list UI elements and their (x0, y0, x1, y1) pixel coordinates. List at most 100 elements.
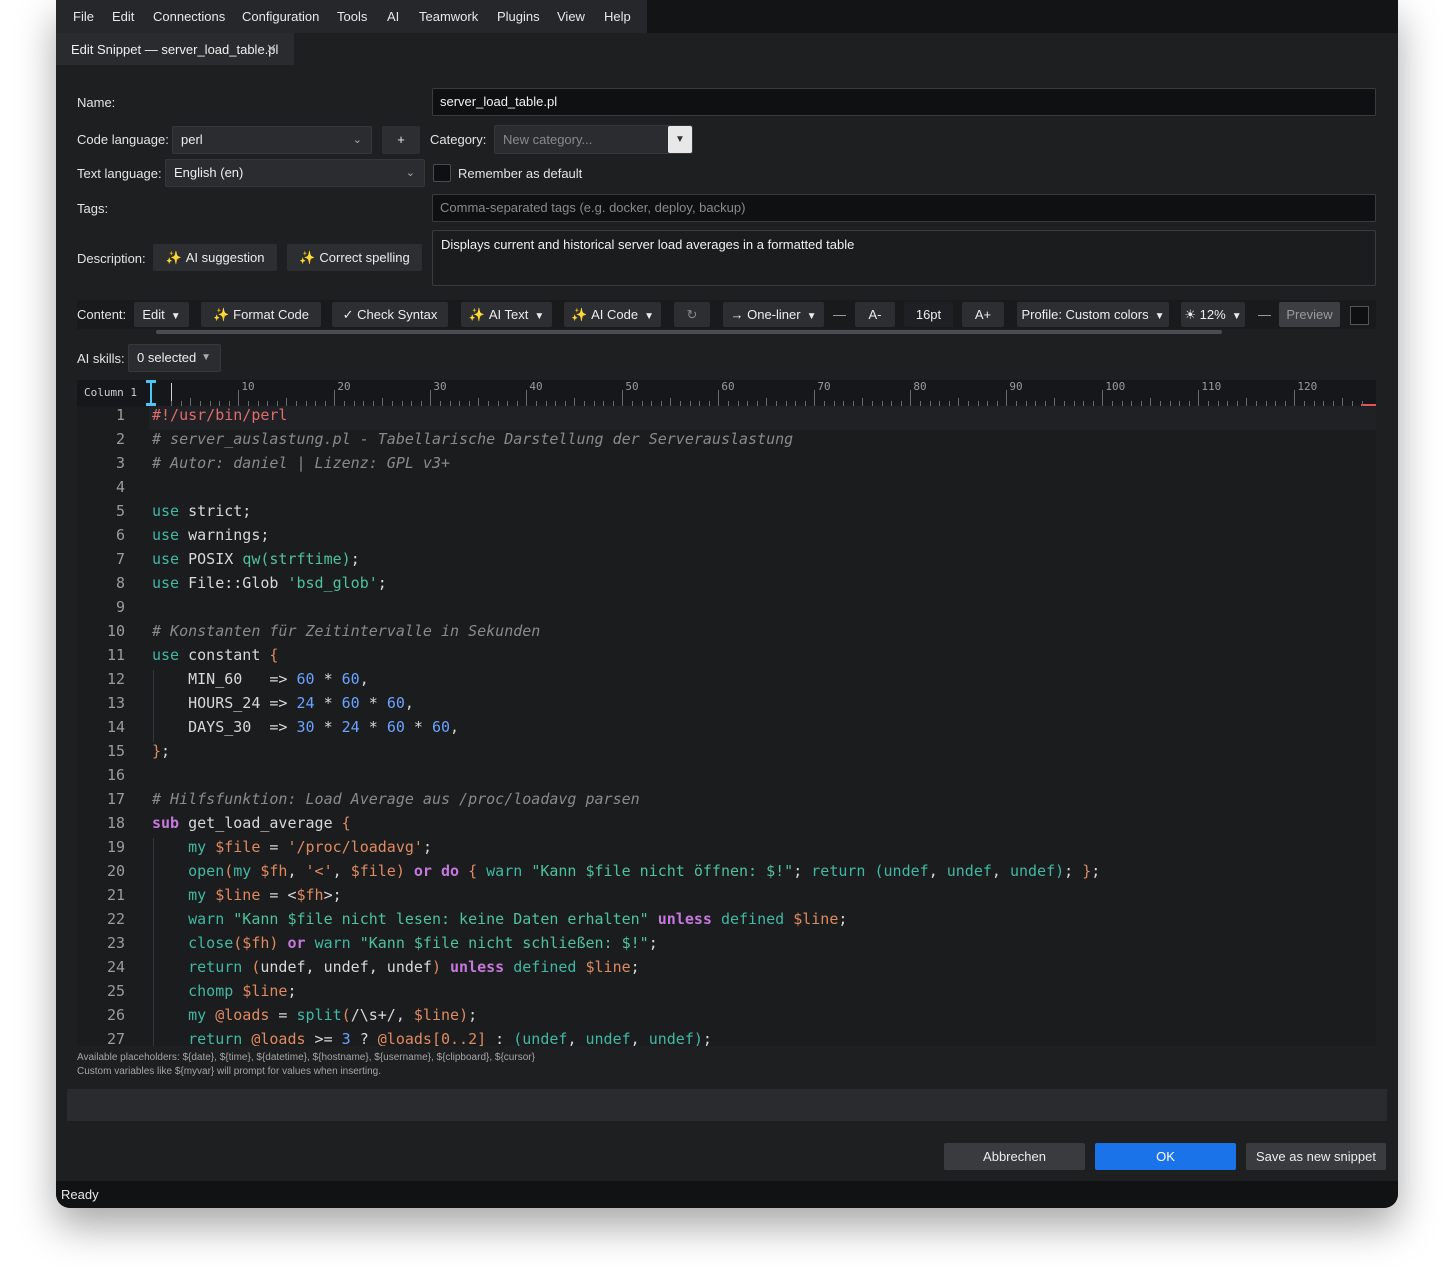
menu-connections[interactable]: Connections (153, 9, 225, 24)
code-token: * (314, 718, 342, 736)
ok-button[interactable]: OK (1095, 1143, 1236, 1170)
edit-menu-button[interactable]: Edit ▼ (134, 302, 189, 327)
code-line[interactable]: 17 # Hilfsfunktion: Load Average aus /pro… (77, 790, 1376, 814)
code-line[interactable]: 13 HOURS_24 => 24 * 60 * 60, (77, 694, 1376, 718)
ai-code-button[interactable]: ✨ AI Code ▼ (564, 302, 661, 327)
correct-spelling-label: Correct spelling (319, 250, 410, 265)
code-line[interactable]: 21 my $line = <$fh>; (77, 886, 1376, 910)
code-line[interactable]: 27 return @loads >= 3 ? @loads[0..2] : (… (77, 1030, 1376, 1046)
menu-ai[interactable]: AI (387, 9, 399, 24)
add-language-button[interactable]: + (382, 126, 420, 154)
menu-view[interactable]: View (557, 9, 585, 24)
menu-edit[interactable]: Edit (112, 9, 134, 24)
code-token: 60 (386, 718, 405, 736)
refresh-icon[interactable]: ↻ (674, 302, 710, 327)
name-input[interactable]: server_load_table.pl (432, 88, 1376, 116)
code-line[interactable]: 1 #!/usr/bin/perl (77, 406, 1376, 430)
code-token: = < (260, 886, 297, 904)
code-line[interactable]: 2 # server_auslastung.pl - Tabellarische … (77, 430, 1376, 454)
code-line[interactable]: 18 sub get_load_average { (77, 814, 1376, 838)
cursor-column-marker[interactable] (150, 382, 152, 404)
ai-skills-select[interactable]: 0 selected ▼ (128, 344, 221, 372)
code-text: # server_auslastung.pl - Tabellarische D… (152, 430, 793, 448)
code-editor[interactable]: 1 #!/usr/bin/perl 2 # server_auslastung.pl … (77, 406, 1376, 1046)
code-line[interactable]: 5 use strict; (77, 502, 1376, 526)
code-language-select[interactable]: perl ⌄ (172, 126, 372, 154)
code-line[interactable]: 8 use File::Glob 'bsd_glob'; (77, 574, 1376, 598)
code-token: close (188, 934, 234, 952)
menu-plugins[interactable]: Plugins (497, 9, 540, 24)
menu-tools[interactable]: Tools (337, 9, 367, 24)
description-textarea[interactable]: Displays current and historical server l… (432, 230, 1376, 286)
code-line[interactable]: 6 use warnings; (77, 526, 1376, 550)
correct-spelling-button[interactable]: ✨ Correct spelling (287, 244, 422, 271)
code-token: ? (350, 1030, 378, 1046)
font-larger-button[interactable]: A+ (962, 302, 1004, 327)
code-line[interactable]: 19 my $file = '/proc/loadavg'; (77, 838, 1376, 862)
line-number: 12 (106, 670, 125, 688)
code-token: 'bsd_glob' (287, 574, 378, 592)
code-line[interactable]: 10 # Konstanten für Zeitintervalle in Sek… (77, 622, 1376, 646)
toolbar-scrollbar[interactable] (156, 330, 1222, 334)
ai-suggestion-label: AI suggestion (185, 250, 265, 265)
code-token: { (269, 646, 279, 664)
code-line[interactable]: 16 (77, 766, 1376, 790)
line-number: 10 (106, 622, 125, 640)
code-token: , (928, 862, 947, 880)
code-line[interactable]: 24 return (undef, undef, undef) unless d… (77, 958, 1376, 982)
font-smaller-button[interactable]: A- (855, 302, 895, 327)
code-token: ; (422, 838, 432, 856)
code-token: warn (486, 862, 523, 880)
ai-text-button[interactable]: ✨ AI Text ▼ (461, 302, 552, 327)
code-line[interactable]: 25 chomp $line; (77, 982, 1376, 1006)
menu-teamwork[interactable]: Teamwork (419, 9, 478, 24)
tags-input[interactable]: Comma-separated tags (e.g. docker, deplo… (432, 194, 1376, 222)
code-line[interactable]: 20 open(my $fh, '<', $file) or do { warn… (77, 862, 1376, 886)
preview-button[interactable]: Preview (1279, 302, 1340, 327)
code-token: $file (350, 862, 396, 880)
line-number: 24 (106, 958, 125, 976)
placeholders-hint: Available placeholders: ${date}, ${time}… (77, 1052, 535, 1063)
code-line[interactable]: 3 # Autor: daniel | Lizenz: GPL v3+ (77, 454, 1376, 478)
menu-file[interactable]: File (73, 9, 94, 24)
save-as-new-button[interactable]: Save as new snippet (1246, 1143, 1386, 1170)
close-icon[interactable]: ✕ (266, 41, 277, 57)
code-line[interactable]: 22 warn "Kann $file nicht lesen: keine D… (77, 910, 1376, 934)
format-code-button[interactable]: ✨ Format Code (201, 302, 321, 327)
check-syntax-button[interactable]: ✓ Check Syntax (332, 302, 448, 327)
category-dropdown-button[interactable]: ▼ (668, 126, 692, 153)
ruler-tick (286, 398, 288, 406)
code-line[interactable]: 9 (77, 598, 1376, 622)
chevron-down-icon: ⌄ (405, 167, 415, 179)
menu-help[interactable]: Help (604, 9, 631, 24)
code-line[interactable]: 4 (77, 478, 1376, 502)
code-line[interactable]: 15}; (77, 742, 1376, 766)
code-line[interactable]: 26 my @loads = split(/\s+/, $line); (77, 1006, 1376, 1030)
color-swatch[interactable] (1350, 306, 1369, 325)
column-ruler: Column 1 10 20 30 40 50 60 70 80 90 100 110 120 (77, 380, 1376, 406)
code-token: HOURS_24 => (152, 694, 297, 712)
caret-down-icon: ▼ (201, 352, 211, 363)
category-combobox[interactable]: New category... (494, 125, 693, 154)
tab-edit-snippet[interactable]: Edit Snippet — server_load_table.pl ✕ (56, 33, 294, 65)
cancel-button[interactable]: Abbrechen (944, 1143, 1085, 1170)
one-liner-button[interactable]: → One-liner ▼ (723, 302, 824, 327)
code-line[interactable]: 11 use constant { (77, 646, 1376, 670)
code-token: * (314, 694, 342, 712)
line-number: 3 (115, 454, 125, 472)
brightness-select[interactable]: ☀ 12% ▼ (1181, 302, 1245, 327)
ruler-tick (814, 390, 816, 406)
code-line[interactable]: 14 DAYS_30 => 30 * 24 * 60 * 60, (77, 718, 1376, 742)
code-token: , (404, 694, 414, 712)
code-line[interactable]: 23 close($fh) or warn "Kann $file nicht … (77, 934, 1376, 958)
ai-suggestion-button[interactable]: ✨ AI suggestion (153, 244, 277, 271)
code-line[interactable]: 7 use POSIX qw(strftime); (77, 550, 1376, 574)
text-language-select[interactable]: English (en) ⌄ (165, 159, 425, 187)
remember-default-checkbox[interactable] (433, 164, 451, 182)
code-token: my (233, 862, 252, 880)
menu-configuration[interactable]: Configuration (242, 9, 319, 24)
code-token: ; (648, 934, 658, 952)
profile-select[interactable]: Profile: Custom colors ▼ (1017, 302, 1169, 327)
code-line[interactable]: 12 MIN_60 => 60 * 60, (77, 670, 1376, 694)
